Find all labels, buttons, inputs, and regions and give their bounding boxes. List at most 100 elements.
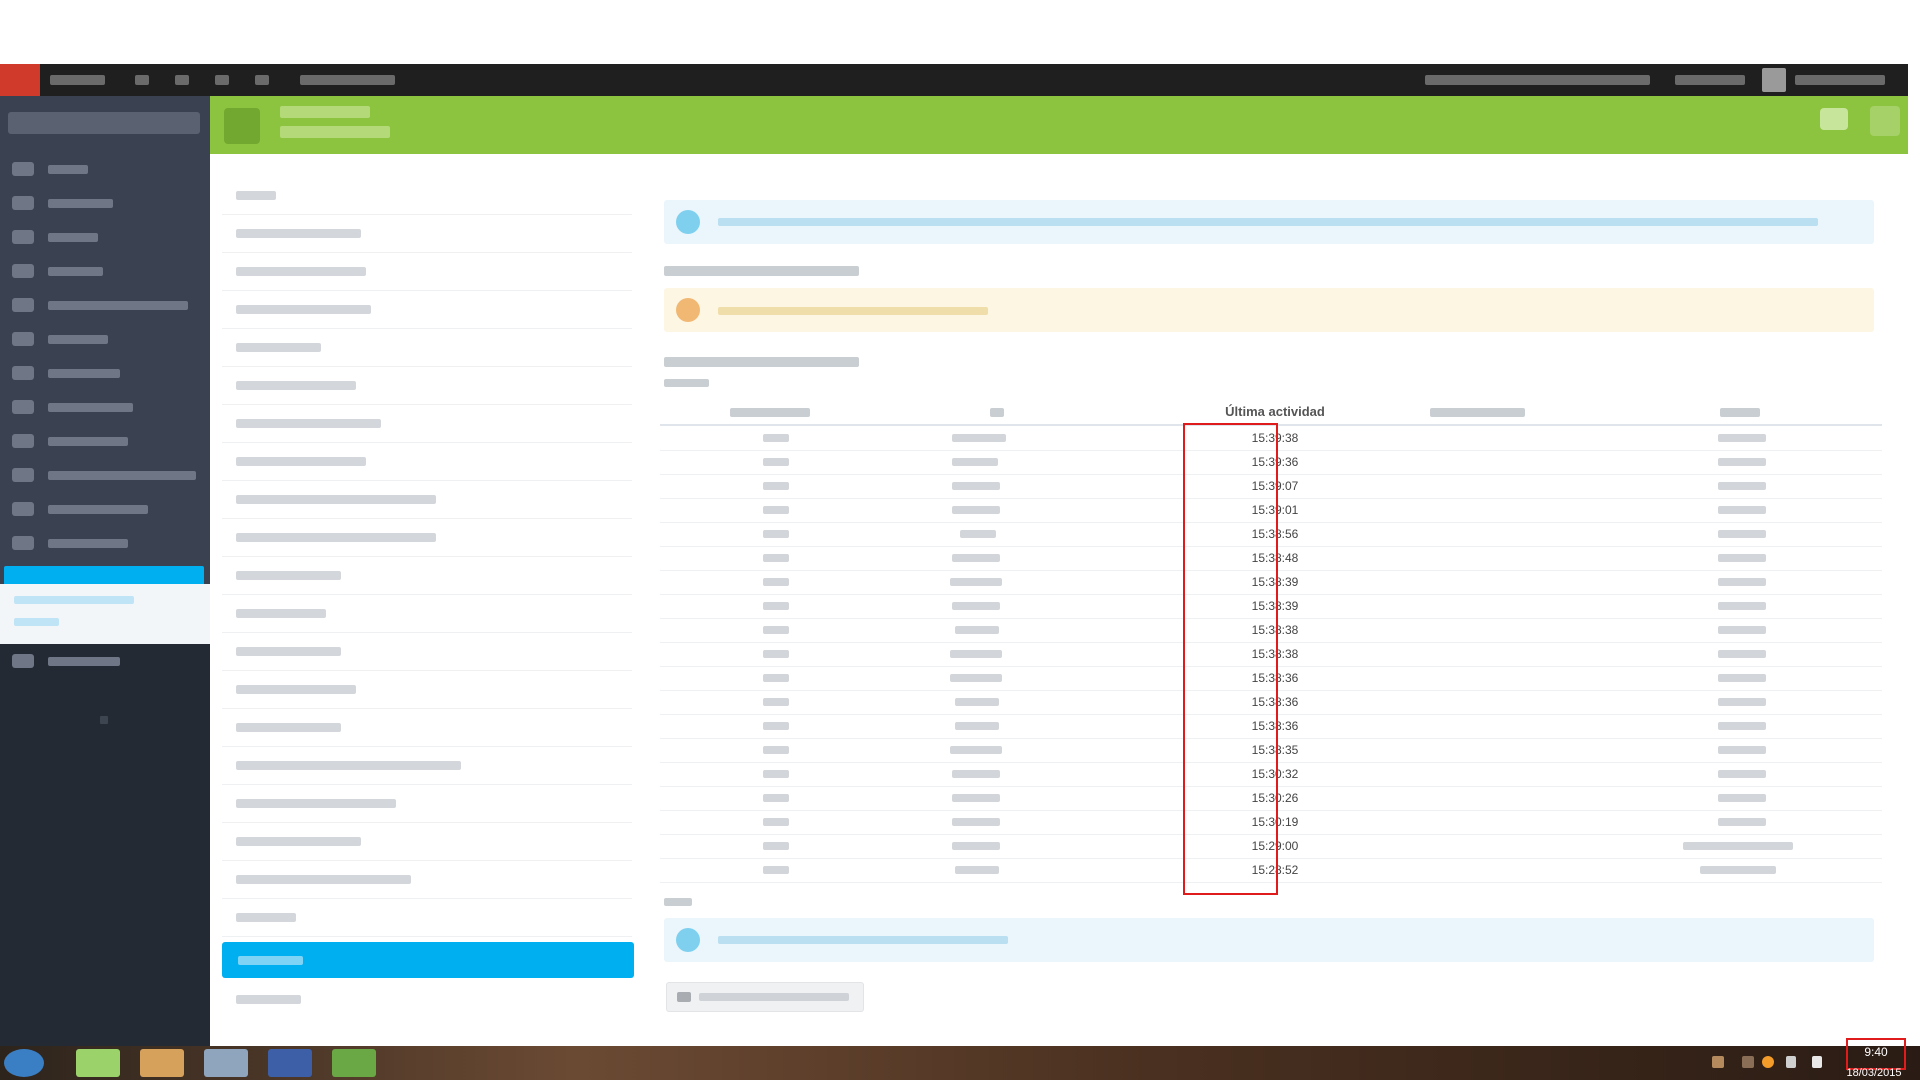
tray-icon[interactable] (1762, 1056, 1774, 1068)
logo-icon[interactable] (0, 64, 40, 96)
help-icon[interactable] (1870, 106, 1900, 136)
sidebar-search-input[interactable] (8, 112, 200, 134)
sidebar-item-icon (12, 332, 34, 346)
sidebar-item[interactable] (12, 298, 188, 312)
list-item[interactable] (222, 214, 632, 253)
sidebar-item[interactable] (12, 468, 196, 482)
list-item[interactable] (222, 290, 632, 329)
network-icon[interactable] (1786, 1056, 1796, 1068)
column-header[interactable] (1720, 408, 1760, 417)
clock-date: 18/03/2015 (1846, 1067, 1902, 1079)
sidebar-item-icon (12, 654, 34, 668)
sidebar-item[interactable] (12, 162, 88, 176)
total-label (664, 379, 709, 387)
sidebar-item-icon (12, 298, 34, 312)
sidebar-item-icon (12, 502, 34, 516)
taskbar-app[interactable] (268, 1049, 312, 1077)
sidebar-item-icon (12, 366, 34, 380)
page-subtitle (280, 126, 390, 138)
sidebar-lower (0, 644, 210, 1046)
list-item[interactable] (222, 442, 632, 481)
tray-icon[interactable] (1742, 1056, 1754, 1068)
list-item-active[interactable] (222, 942, 634, 978)
list-item[interactable] (222, 860, 632, 899)
list-item[interactable] (222, 708, 632, 747)
sidebar-item[interactable] (12, 366, 120, 380)
list-item[interactable] (222, 404, 632, 443)
export-button[interactable] (666, 982, 864, 1012)
list-item[interactable] (222, 252, 632, 291)
list-item[interactable] (222, 784, 632, 823)
taskbar-app[interactable] (140, 1049, 184, 1077)
info-alert (664, 200, 1874, 244)
top-bar-link[interactable] (1675, 75, 1745, 85)
stats-icon (224, 108, 260, 144)
warning-alert (664, 288, 1874, 332)
sidebar-item[interactable] (12, 196, 113, 210)
info-icon (676, 210, 700, 234)
sidebar-subitem[interactable] (14, 596, 134, 604)
user-avatar[interactable] (1762, 68, 1786, 92)
main-sidebar (0, 96, 210, 1046)
note-label (664, 898, 692, 906)
list-item[interactable] (222, 328, 632, 367)
list-item[interactable] (222, 480, 632, 519)
sidebar-item[interactable] (12, 264, 103, 278)
sidebar-item-icon (12, 230, 34, 244)
page-header (210, 96, 1908, 154)
sidebar-item-icon (12, 162, 34, 176)
user-menu[interactable] (1795, 75, 1885, 85)
export-icon (677, 992, 691, 1002)
volume-icon[interactable] (1812, 1056, 1822, 1068)
sidebar-item-stats[interactable] (12, 536, 128, 550)
start-button[interactable] (4, 1049, 44, 1077)
list-item[interactable] (222, 898, 632, 937)
sidebar-item-icon (12, 264, 34, 278)
column-header[interactable] (730, 408, 810, 417)
sidebar-item[interactable] (12, 400, 133, 414)
module-action-icon[interactable] (1820, 108, 1848, 130)
collapse-icon[interactable] (100, 716, 108, 724)
sidebar-item-icon (12, 468, 34, 482)
list-item[interactable] (222, 822, 632, 861)
column-header[interactable] (990, 408, 1004, 417)
column-header-last-activity[interactable]: Última actividad (1180, 402, 1370, 422)
top-bar-icon[interactable] (135, 75, 149, 85)
sidebar-item[interactable] (12, 654, 120, 668)
info-alert (664, 918, 1874, 962)
top-bar-icon[interactable] (255, 75, 269, 85)
taskbar-app[interactable] (332, 1049, 376, 1077)
list-item[interactable] (222, 518, 632, 557)
list-item[interactable] (222, 176, 632, 215)
sidebar-item[interactable] (12, 502, 148, 516)
warning-icon (676, 298, 700, 322)
list-item[interactable] (222, 980, 632, 1018)
top-bar-icon[interactable] (175, 75, 189, 85)
highlight-box (1183, 423, 1278, 895)
sidebar-item[interactable] (12, 230, 98, 244)
info-icon (676, 928, 700, 952)
sidebar-item-icon (12, 196, 34, 210)
top-bar-menu-item[interactable] (50, 75, 105, 85)
sidebar-subitem-active[interactable] (4, 566, 204, 586)
column-header[interactable] (1430, 408, 1525, 417)
list-item[interactable] (222, 632, 632, 671)
list-item[interactable] (222, 670, 632, 709)
list-item[interactable] (222, 594, 632, 633)
sidebar-item[interactable] (12, 434, 128, 448)
list-item[interactable] (222, 366, 632, 405)
tray-icon[interactable] (1712, 1056, 1724, 1068)
taskbar-app[interactable] (76, 1049, 120, 1077)
admin-top-bar (0, 64, 1908, 96)
taskbar (0, 1046, 1920, 1080)
top-bar-link[interactable] (1425, 75, 1650, 85)
list-item[interactable] (222, 746, 632, 785)
sidebar-item[interactable] (12, 332, 108, 346)
sidebar-item-icon (12, 400, 34, 414)
taskbar-app[interactable] (204, 1049, 248, 1077)
top-bar-icon[interactable] (215, 75, 229, 85)
sidebar-item-icon (12, 536, 34, 550)
list-item[interactable] (222, 556, 632, 595)
sidebar-subitem[interactable] (14, 618, 59, 626)
top-bar-search[interactable] (300, 75, 395, 85)
